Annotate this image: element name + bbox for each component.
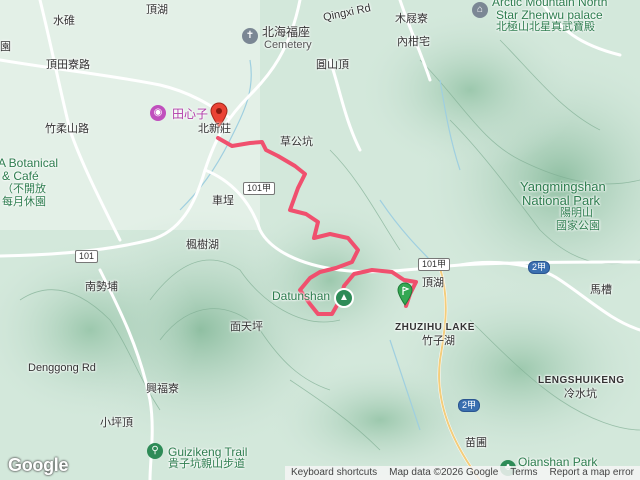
map-label: 陽明山: [560, 207, 593, 219]
route-shield: 101: [75, 250, 99, 263]
terrain-layer: [0, 0, 640, 480]
map-label: 北新莊: [198, 123, 231, 135]
map-label: Star Zhenwu palace: [496, 8, 603, 22]
map-label: 每月休園: [2, 196, 46, 208]
start-marker-pin-icon[interactable]: [397, 282, 413, 306]
map-label: Denggong Rd: [28, 362, 96, 374]
map-label: 園: [0, 41, 11, 53]
map-label: （不開放: [2, 183, 46, 195]
map-label: 楓樹湖: [186, 239, 219, 251]
route-shield: 2甲: [528, 261, 551, 274]
map-label: 貴子坑親山步道: [168, 458, 245, 470]
map-label: 水碓: [53, 15, 75, 27]
map-label: 北海福座: [262, 25, 311, 39]
map-label: A Botanical: [0, 156, 59, 170]
map-label: 面天坪: [230, 321, 263, 333]
route-shield: 101甲: [418, 258, 451, 271]
cemetery-icon[interactable]: ✝: [242, 28, 258, 44]
mountain-peak-icon[interactable]: ▲: [334, 288, 354, 308]
map-label: 竹子湖: [422, 335, 455, 347]
map-label: Arctic Mountain North: [492, 0, 608, 9]
map-data-text: Map data ©2026 Google: [389, 467, 499, 478]
temple-icon[interactable]: ⌂: [472, 2, 488, 18]
keyboard-shortcuts-link[interactable]: Keyboard shortcuts: [285, 466, 383, 480]
attribution-bar: Keyboard shortcuts Map data ©2026 Google…: [284, 466, 640, 480]
map-label: 北極山北星真武寶殿: [496, 21, 595, 33]
map-label: 小坪頂: [100, 417, 133, 429]
map-label: 草公坑: [280, 136, 313, 148]
map-label: 木屐寮: [395, 13, 428, 25]
report-error-link[interactable]: Report a map error: [544, 466, 640, 480]
map-label: 田心子: [172, 107, 209, 121]
route-shield: 2甲: [458, 399, 481, 412]
map-label: 頂湖: [422, 277, 444, 289]
map-label: 內柑宅: [397, 36, 430, 48]
map-label: LENGSHUIKENG: [538, 375, 625, 386]
map-label: 冷水坑: [564, 388, 597, 400]
map-label: 圓山頂: [316, 59, 349, 71]
map-label: 馬槽: [590, 284, 612, 296]
google-logo: Google: [8, 455, 69, 475]
trail-icon[interactable]: ⚲: [147, 443, 163, 459]
map-label: ZHUZIHU LAKE: [395, 322, 475, 333]
map-canvas[interactable]: ◉ ✝ ⌂ ⚲ ▲ ♣ 水碓 頂湖 頂田寮路 竹柔山路 A Botanical …: [0, 0, 640, 480]
map-label: Yangmingshan: [520, 179, 606, 194]
map-label: Guizikeng Trail: [168, 445, 248, 459]
map-label: 南勢埔: [85, 281, 118, 293]
route-shield: 101甲: [243, 182, 276, 195]
map-label: National Park: [522, 193, 601, 208]
map-label: 車埕: [212, 195, 234, 207]
photo-spot-icon[interactable]: ◉: [150, 105, 166, 121]
map-label: Datunshan: [272, 289, 331, 303]
map-label: 國家公園: [556, 220, 600, 232]
map-label: & Café: [2, 169, 39, 183]
map-label: 頂田寮路: [46, 59, 90, 71]
map-label: 竹柔山路: [45, 123, 89, 135]
map-label: Cemetery: [264, 39, 312, 51]
map-label: 興福寮: [146, 383, 179, 395]
map-label: 苗圃: [465, 437, 487, 449]
map-label: 頂湖: [146, 4, 168, 16]
terms-link[interactable]: Terms: [504, 466, 543, 480]
